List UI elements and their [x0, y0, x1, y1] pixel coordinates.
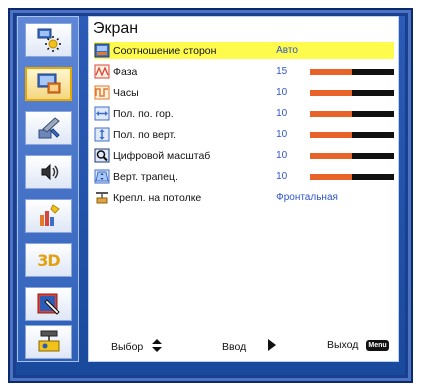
- value-bar[interactable]: [309, 173, 394, 180]
- row-label: Цифровой масштаб: [113, 149, 211, 162]
- speaker-icon: [41, 163, 58, 181]
- value-bar-fill: [309, 152, 352, 159]
- row-clock[interactable]: Часы 10: [94, 84, 394, 101]
- hint-select: Выбор: [111, 339, 163, 355]
- row-value: 10: [276, 150, 288, 161]
- row-label: Часы: [113, 86, 139, 99]
- projector-sun-icon: [37, 28, 61, 52]
- row-label: Фаза: [113, 65, 138, 78]
- options-chart-icon: [39, 204, 60, 226]
- hint-enter: Ввод: [222, 339, 277, 354]
- display-icon: [37, 73, 60, 94]
- row-digital-zoom[interactable]: Цифровой масштаб 10: [94, 147, 394, 164]
- zoom-icon: [94, 148, 110, 163]
- phase-icon: [94, 64, 110, 79]
- hint-enter-label: Ввод: [222, 340, 247, 353]
- row-label: Пол. по. гор.: [113, 107, 174, 120]
- sidebar-item-lan[interactable]: [25, 325, 72, 359]
- hint-select-label: Выбор: [111, 341, 144, 353]
- value-bar[interactable]: [309, 68, 394, 75]
- row-keystone[interactable]: Верт. трапец. 10: [94, 168, 394, 185]
- h-position-icon: [94, 106, 110, 121]
- sidebar-item-image[interactable]: [25, 23, 72, 57]
- sidebar-item-3d[interactable]: 3D: [25, 243, 72, 277]
- value-bar[interactable]: [309, 152, 394, 159]
- up-down-arrows-icon: [151, 339, 163, 355]
- value-bar-fill: [309, 110, 352, 117]
- row-label: Верт. трапец.: [113, 170, 178, 183]
- row-value: 10: [276, 108, 288, 119]
- clock-icon: [94, 85, 110, 100]
- row-value: Авто: [276, 45, 298, 56]
- row-value: 10: [276, 129, 288, 140]
- row-label: Пол. по верт.: [113, 128, 177, 141]
- hint-exit: Выход Menu: [327, 339, 389, 351]
- keystone-icon: [94, 169, 110, 184]
- row-value: 15: [276, 66, 288, 77]
- row-v-position[interactable]: Пол. по верт. 10: [94, 126, 394, 143]
- value-bar[interactable]: [309, 89, 394, 96]
- v-position-icon: [94, 127, 110, 142]
- value-bar-fill: [309, 131, 352, 138]
- aspect-ratio-icon: [94, 43, 110, 58]
- row-aspect-ratio[interactable]: Соотношение сторон Авто: [94, 42, 394, 59]
- value-bar[interactable]: [309, 110, 394, 117]
- sidebar-3d-label: 3D: [37, 250, 60, 270]
- row-ceiling-mount[interactable]: Крепл. на потолке Фронтальная: [94, 189, 394, 206]
- sidebar-item-setup[interactable]: [25, 111, 72, 145]
- osd-sidebar: 3D: [17, 16, 79, 362]
- sidebar-item-volume[interactable]: [25, 155, 72, 189]
- value-bar[interactable]: [309, 131, 394, 138]
- settings-panel: Экран Соотношение сторон Авто Фаза 15 Ча…: [88, 16, 399, 362]
- row-h-position[interactable]: Пол. по. гор. 10: [94, 105, 394, 122]
- row-value: 10: [276, 87, 288, 98]
- pen-display-icon: [37, 293, 60, 315]
- row-phase[interactable]: Фаза 15: [94, 63, 394, 80]
- ceiling-mount-icon: [94, 190, 110, 205]
- sidebar-item-options[interactable]: [25, 199, 72, 233]
- right-arrow-icon: [268, 339, 277, 354]
- menu-key-icon: Menu: [366, 339, 389, 351]
- value-bar-fill: [309, 68, 352, 75]
- row-label: Крепл. на потолке: [113, 191, 202, 204]
- row-value: Фронтальная: [276, 192, 338, 203]
- value-bar-fill: [309, 173, 352, 180]
- sidebar-item-display[interactable]: [25, 67, 72, 101]
- network-projector-icon: [38, 330, 59, 352]
- key-hint-footer: Выбор Ввод Выход Menu: [89, 331, 398, 361]
- row-label: Соотношение сторон: [113, 44, 217, 57]
- value-bar-fill: [309, 89, 352, 96]
- panel-title: Экран: [93, 20, 139, 37]
- tools-icon: [38, 117, 60, 139]
- row-value: 10: [276, 171, 288, 182]
- hint-exit-label: Выход: [327, 339, 359, 351]
- sidebar-item-interactive[interactable]: [25, 287, 72, 321]
